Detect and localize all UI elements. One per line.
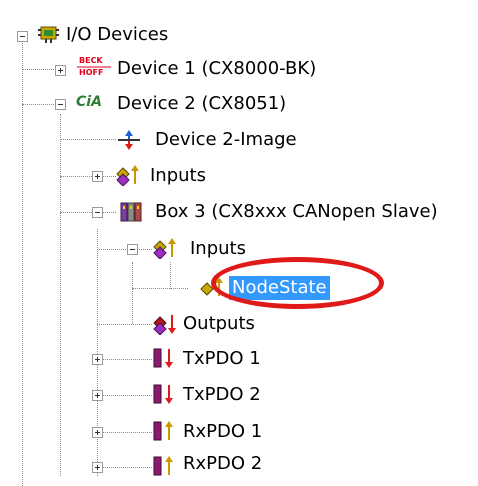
image-transfer-icon (117, 128, 141, 152)
expand-toggle-device-1[interactable] (55, 65, 66, 76)
expand-toggle-txpdo-2[interactable] (92, 390, 103, 401)
tree-connector (60, 114, 61, 476)
rxpdo-icon (152, 420, 176, 442)
beckhoff-logo-text-top: BECK (79, 56, 103, 65)
input-variable-icon (199, 276, 225, 298)
txpdo-icon (152, 383, 176, 405)
tree-label-inputs[interactable]: Inputs (150, 164, 206, 188)
tree-label-box-3[interactable]: Box 3 (CX8xxx CANopen Slave) (155, 200, 438, 224)
collapse-toggle-box-3[interactable] (92, 207, 103, 218)
cia-logo-icon: CiA (76, 94, 102, 110)
inputs-icon (115, 164, 141, 187)
tree-label-outputs[interactable]: Outputs (183, 312, 255, 336)
tree-connector (97, 229, 98, 476)
tree-label-device-2-image[interactable]: Device 2-Image (155, 128, 297, 152)
collapse-toggle-io-devices[interactable] (17, 31, 28, 42)
expand-toggle-txpdo-1[interactable] (92, 354, 103, 365)
tree-connector (97, 395, 152, 396)
tree-connector (60, 139, 116, 140)
tree-label-box-3-inputs[interactable]: Inputs (190, 237, 246, 261)
outputs-icon (152, 313, 178, 336)
tree-label-txpdo-1[interactable]: TxPDO 1 (183, 347, 261, 371)
expand-toggle-rxpdo-2[interactable] (92, 462, 103, 473)
tree-label-device-1[interactable]: Device 1 (CX8000-BK) (117, 57, 316, 81)
tree-label-io-devices[interactable]: I/O Devices (66, 23, 168, 47)
tree-connector (97, 432, 152, 433)
tree-connector (60, 176, 116, 177)
tree-connector (97, 249, 152, 250)
tree-label-nodestate[interactable]: NodeState (229, 276, 330, 300)
box-module-icon (120, 201, 146, 223)
collapse-toggle-box-3-inputs[interactable] (127, 244, 138, 255)
tree-label-txpdo-2[interactable]: TxPDO 2 (183, 383, 261, 407)
tree-label-rxpdo-1[interactable]: RxPDO 1 (183, 420, 262, 444)
tree-connector (97, 359, 152, 360)
beckhoff-logo-icon: BECK HOFF (77, 56, 111, 78)
tree-connector (97, 324, 152, 325)
rxpdo-icon (152, 455, 176, 476)
tree-connector (132, 288, 188, 289)
io-tree-view[interactable]: I/O Devices BECK HOFF Device 1 (CX8000-B… (0, 0, 478, 486)
tree-label-rxpdo-2[interactable]: RxPDO 2 (183, 452, 262, 476)
inputs-icon (152, 237, 178, 260)
tree-connector (170, 262, 171, 289)
expand-toggle-inputs[interactable] (92, 171, 103, 182)
expand-toggle-rxpdo-1[interactable] (92, 427, 103, 438)
tree-connector (132, 262, 133, 324)
tree-connector (60, 212, 116, 213)
tree-connector (97, 467, 152, 468)
beckhoff-logo-text-bottom: HOFF (79, 68, 104, 77)
collapse-toggle-device-2[interactable] (55, 99, 66, 110)
tree-label-device-2[interactable]: Device 2 (CX8051) (117, 92, 286, 116)
txpdo-icon (152, 347, 176, 369)
io-devices-icon (38, 23, 60, 45)
